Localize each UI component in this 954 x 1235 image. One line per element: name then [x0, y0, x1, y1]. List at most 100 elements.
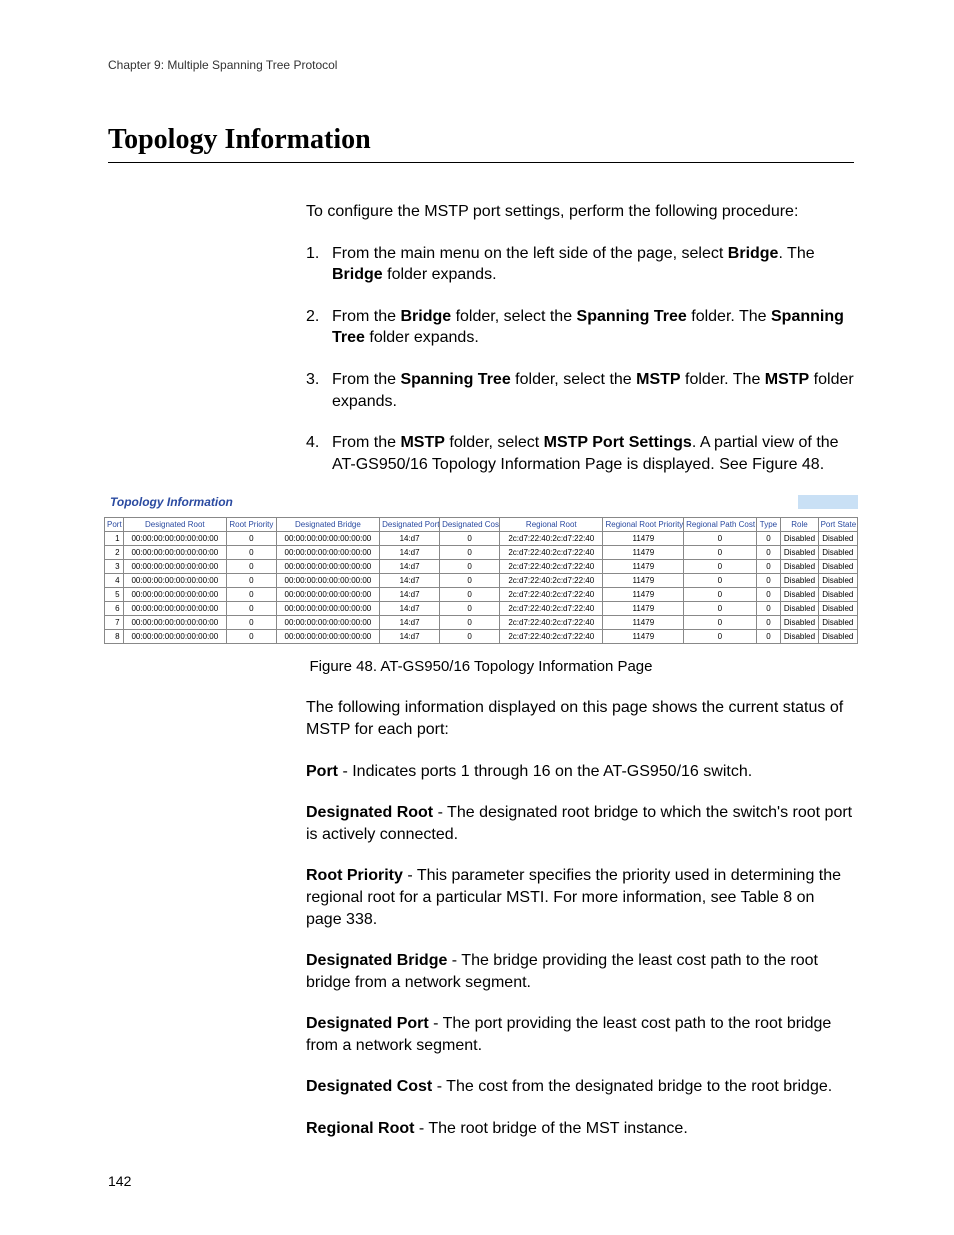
table-cell: Disabled: [781, 588, 818, 602]
table-cell: Disabled: [818, 532, 857, 546]
table-cell: 00:00:00:00:00:00:00:00: [276, 630, 379, 644]
definition: Designated Root - The designated root br…: [306, 802, 854, 845]
table-cell: 14:d7: [380, 560, 440, 574]
table-cell: 2: [105, 546, 124, 560]
table-cell: 4: [105, 574, 124, 588]
table-row: 200:00:00:00:00:00:00:00000:00:00:00:00:…: [105, 546, 858, 560]
table-row: 400:00:00:00:00:00:00:00000:00:00:00:00:…: [105, 574, 858, 588]
table-cell: 11479: [603, 588, 684, 602]
table-cell: 14:d7: [380, 532, 440, 546]
table-cell: 14:d7: [380, 602, 440, 616]
table-cell: 2c:d7:22:40:2c:d7:22:40: [500, 630, 603, 644]
table-cell: 0: [756, 630, 781, 644]
table-row: 800:00:00:00:00:00:00:00000:00:00:00:00:…: [105, 630, 858, 644]
table-cell: 11479: [603, 532, 684, 546]
page-number: 142: [108, 1173, 131, 1189]
table-cell: 00:00:00:00:00:00:00:00: [123, 630, 226, 644]
table-header: Root Priority: [227, 518, 277, 532]
definition: Designated Cost - The cost from the desi…: [306, 1076, 854, 1098]
step-2: 2. From the Bridge folder, select the Sp…: [306, 306, 854, 349]
table-cell: Disabled: [818, 574, 857, 588]
table-cell: 0: [440, 546, 500, 560]
topology-figure: Topology Information PortDesignated Root…: [104, 495, 858, 675]
table-row: 100:00:00:00:00:00:00:00000:00:00:00:00:…: [105, 532, 858, 546]
table-cell: 0: [756, 574, 781, 588]
table-header: Port: [105, 518, 124, 532]
table-cell: Disabled: [781, 546, 818, 560]
step-3: 3. From the Spanning Tree folder, select…: [306, 369, 854, 412]
table-cell: Disabled: [781, 560, 818, 574]
table-cell: Disabled: [781, 616, 818, 630]
table-cell: 0: [684, 546, 756, 560]
table-cell: 14:d7: [380, 630, 440, 644]
table-cell: 00:00:00:00:00:00:00:00: [123, 602, 226, 616]
table-cell: 0: [756, 560, 781, 574]
table-cell: 2c:d7:22:40:2c:d7:22:40: [500, 616, 603, 630]
table-cell: 8: [105, 630, 124, 644]
table-cell: 0: [440, 616, 500, 630]
table-cell: Disabled: [818, 630, 857, 644]
table-cell: 11479: [603, 546, 684, 560]
table-header: Regional Path Cost: [684, 518, 756, 532]
table-cell: 0: [227, 616, 277, 630]
table-cell: 0: [440, 630, 500, 644]
table-cell: 0: [684, 574, 756, 588]
table-cell: 0: [756, 616, 781, 630]
table-cell: 0: [684, 616, 756, 630]
table-cell: 0: [227, 574, 277, 588]
table-cell: Disabled: [781, 532, 818, 546]
table-cell: 00:00:00:00:00:00:00:00: [123, 588, 226, 602]
table-cell: 0: [684, 630, 756, 644]
step-number: 1.: [306, 243, 332, 286]
table-cell: Disabled: [818, 602, 857, 616]
table-cell: Disabled: [818, 616, 857, 630]
table-row: 600:00:00:00:00:00:00:00000:00:00:00:00:…: [105, 602, 858, 616]
definition: Designated Bridge - The bridge providing…: [306, 950, 854, 993]
table-cell: 00:00:00:00:00:00:00:00: [276, 532, 379, 546]
table-cell: 0: [756, 546, 781, 560]
table-cell: 0: [227, 532, 277, 546]
table-cell: 11479: [603, 616, 684, 630]
step-text: From the MSTP folder, select MSTP Port S…: [332, 432, 854, 475]
table-cell: 2c:d7:22:40:2c:d7:22:40: [500, 546, 603, 560]
table-cell: Disabled: [781, 574, 818, 588]
table-cell: 11479: [603, 602, 684, 616]
table-cell: 00:00:00:00:00:00:00:00: [123, 546, 226, 560]
table-cell: 00:00:00:00:00:00:00:00: [123, 616, 226, 630]
table-header: Port State: [818, 518, 857, 532]
step-text: From the Spanning Tree folder, select th…: [332, 369, 854, 412]
table-cell: 5: [105, 588, 124, 602]
table-cell: 00:00:00:00:00:00:00:00: [123, 574, 226, 588]
table-cell: 0: [440, 560, 500, 574]
table-header: Designated Bridge: [276, 518, 379, 532]
table-cell: Disabled: [781, 602, 818, 616]
table-row: 300:00:00:00:00:00:00:00000:00:00:00:00:…: [105, 560, 858, 574]
table-cell: 6: [105, 602, 124, 616]
definition: Root Priority - This parameter specifies…: [306, 865, 854, 930]
step-text: From the Bridge folder, select the Spann…: [332, 306, 854, 349]
table-cell: 0: [227, 560, 277, 574]
table-cell: 11479: [603, 630, 684, 644]
table-cell: 00:00:00:00:00:00:00:00: [276, 574, 379, 588]
table-cell: 00:00:00:00:00:00:00:00: [276, 602, 379, 616]
table-cell: 11479: [603, 574, 684, 588]
table-cell: 00:00:00:00:00:00:00:00: [123, 560, 226, 574]
table-cell: 00:00:00:00:00:00:00:00: [276, 588, 379, 602]
step-4: 4. From the MSTP folder, select MSTP Por…: [306, 432, 854, 475]
table-header: Designated Root: [123, 518, 226, 532]
table-cell: 00:00:00:00:00:00:00:00: [123, 532, 226, 546]
page-title: Topology Information: [108, 124, 854, 163]
table-cell: 00:00:00:00:00:00:00:00: [276, 616, 379, 630]
table-cell: 1: [105, 532, 124, 546]
table-cell: 11479: [603, 560, 684, 574]
table-header: Designated Cost: [440, 518, 500, 532]
table-cell: 0: [684, 588, 756, 602]
table-cell: 0: [684, 560, 756, 574]
table-cell: 0: [440, 532, 500, 546]
table-cell: 7: [105, 616, 124, 630]
definition: Port - Indicates ports 1 through 16 on t…: [306, 761, 854, 783]
table-cell: 14:d7: [380, 588, 440, 602]
step-number: 2.: [306, 306, 332, 349]
step-text: From the main menu on the left side of t…: [332, 243, 854, 286]
table-cell: 0: [684, 602, 756, 616]
